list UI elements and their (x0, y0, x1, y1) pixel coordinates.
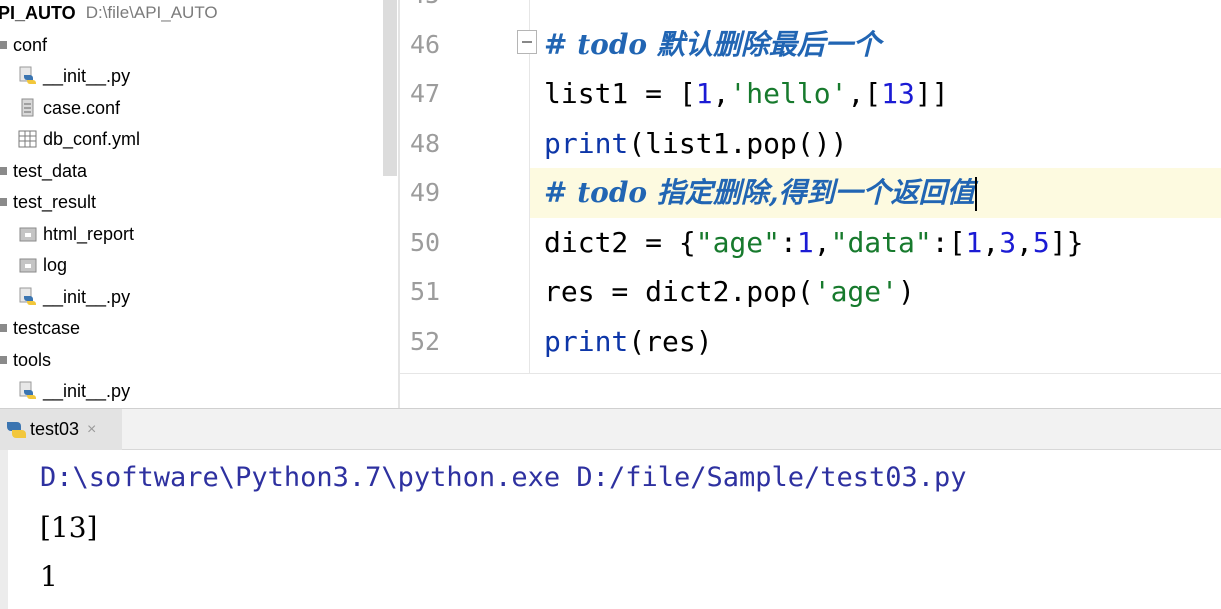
line-number: 47 (410, 79, 441, 108)
code-line-49[interactable]: # todo 指定删除,得到一个返回值 (544, 168, 977, 218)
console-output-line: [13] (40, 511, 98, 544)
yaml-file-icon (18, 130, 37, 148)
editor-empty-area (400, 373, 1221, 409)
code-number: 3 (999, 226, 1017, 259)
line-number: 45 (410, 0, 470, 6)
folder-icon (0, 356, 7, 364)
tree-item-html-report[interactable]: html_report (18, 219, 134, 249)
text-file-icon (21, 98, 34, 117)
python-file-icon (19, 381, 36, 399)
project-root-name: PI_AUTO (0, 2, 76, 23)
console-command-line: D:\software\Python3.7\python.exe D:/file… (40, 462, 967, 493)
code-line-46[interactable]: # todo 默认删除最后一个 (544, 20, 881, 70)
line-number: 52 (410, 327, 441, 356)
tree-item-test-data[interactable]: test_data (0, 156, 87, 186)
code-line-52[interactable]: print(res) (544, 317, 713, 367)
line-number: 49 (410, 178, 441, 207)
folder-icon (19, 227, 37, 242)
code-number: 5 (1032, 226, 1050, 259)
folder-icon (0, 167, 7, 175)
code-string: "age" (695, 226, 781, 259)
python-file-icon (19, 287, 36, 305)
folder-icon (0, 41, 7, 49)
python-file-icon (19, 66, 36, 84)
code-comment: # todo 指定删除,得到一个返回值 (544, 176, 975, 209)
tree-item-label: db_conf.yml (43, 128, 141, 149)
folder-icon (19, 258, 37, 273)
text-caret (974, 177, 977, 211)
code-string: 'age' (813, 275, 899, 308)
code-string: "data" (830, 226, 932, 259)
code-number: 1 (965, 226, 983, 259)
run-tab[interactable]: test03 × (0, 409, 122, 450)
code-editor[interactable]: 45 46 47 48 49 50 51 52 # todo 默认删除最后一个 … (400, 0, 1221, 373)
code-comment: # todo 默认删除最后一个 (544, 28, 881, 61)
code-line-48[interactable]: print(list1.pop()) (544, 119, 847, 169)
code-number: 1 (695, 77, 713, 110)
run-tool-window-header: test03 × (0, 408, 1221, 450)
tree-item-label: log (43, 254, 68, 275)
code-number: 1 (796, 226, 814, 259)
tree-item-label: test_data (13, 160, 88, 181)
console-toolbar-strip (0, 450, 8, 609)
code-number: 13 (881, 77, 915, 110)
project-root[interactable]: PI_AUTO D:\file\API_AUTO (0, 0, 218, 28)
code-string: 'hello' (729, 77, 848, 110)
tree-item-label: conf (13, 34, 48, 55)
line-number: 46 (410, 30, 441, 59)
run-tab-label: test03 (30, 419, 80, 439)
code-builtin: print (544, 127, 629, 160)
tree-item-conf-init[interactable]: __init__.py (18, 61, 130, 91)
tree-item-log[interactable]: log (18, 250, 67, 280)
tree-item-label: html_report (43, 223, 135, 244)
tree-item-label: case.conf (43, 97, 121, 118)
tree-item-label: __init__.py (43, 380, 131, 401)
tree-item-label: test_result (13, 191, 97, 212)
gutter-divider (529, 0, 530, 373)
tree-item-testcase[interactable]: testcase (0, 313, 80, 343)
tree-item-label: __init__.py (43, 286, 131, 307)
code-line-50[interactable]: dict2 = {"age":1,"data":[1,3,5]} (544, 218, 1083, 268)
project-root-path: D:\file\API_AUTO (85, 3, 218, 22)
fold-toggle[interactable] (517, 30, 537, 54)
project-tool-window: PI_AUTO D:\file\API_AUTO conf __init__.p… (0, 0, 398, 408)
python-run-icon (7, 421, 26, 438)
tree-item-label: testcase (13, 317, 81, 338)
tree-item-label: tools (13, 349, 52, 370)
folder-icon (0, 324, 7, 332)
code-builtin: print (544, 325, 629, 358)
tree-item-conf[interactable]: conf (0, 30, 47, 60)
tree-item-label: __init__.py (43, 65, 131, 86)
close-icon[interactable]: × (87, 421, 96, 439)
tree-item-test-result[interactable]: test_result (0, 187, 96, 217)
tree-item-db-conf[interactable]: db_conf.yml (18, 124, 140, 154)
tree-scrollbar[interactable] (383, 0, 397, 176)
line-number: 50 (410, 228, 441, 257)
tree-item-test-result-init[interactable]: __init__.py (18, 282, 130, 312)
tree-item-tools[interactable]: tools (0, 345, 51, 375)
folder-icon (0, 198, 7, 206)
code-line-51[interactable]: res = dict2.pop('age') (544, 267, 915, 317)
line-number: 48 (410, 129, 441, 158)
console-output-line: 1 (40, 560, 58, 593)
tree-item-tools-init[interactable]: __init__.py (18, 376, 130, 406)
console-output[interactable]: D:\software\Python3.7\python.exe D:/file… (0, 450, 1221, 609)
line-number: 51 (410, 277, 441, 306)
code-line-47[interactable]: list1 = [1,'hello',[13]] (544, 69, 949, 119)
tree-item-case-conf[interactable]: case.conf (18, 93, 120, 123)
